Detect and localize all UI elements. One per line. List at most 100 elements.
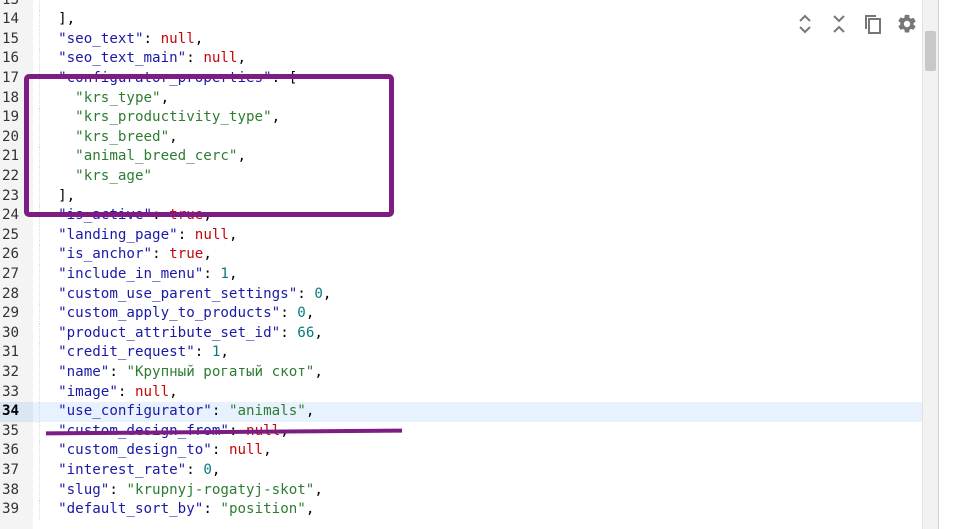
code-token-kw: null	[203, 50, 238, 67]
code-text: "krs_breed",	[41, 128, 178, 148]
code-token-pun: :	[211, 403, 229, 420]
code-line[interactable]: 17 "configurator_properties": [	[0, 68, 922, 89]
code-line[interactable]: 26 "is_anchor": true,	[0, 245, 922, 265]
code-token-key: "is_anchor"	[58, 246, 153, 263]
code-text: ],	[41, 187, 75, 207]
code-token-kw: null	[228, 442, 264, 459]
line-number: 16	[0, 49, 33, 69]
line-number: 19	[0, 108, 33, 128]
code-token-key: "configurator_properties"	[58, 69, 272, 86]
line-number: 20	[0, 127, 33, 148]
code-text: "is_anchor": true,	[41, 245, 212, 265]
code-line[interactable]: 22 "krs_age"	[0, 166, 922, 187]
code-text: "image": null,	[41, 383, 178, 403]
line-number: 28	[0, 284, 33, 305]
code-line[interactable]: 18 "krs_type",	[0, 88, 922, 109]
code-token-kw: true	[169, 246, 204, 263]
settings-button[interactable]	[896, 12, 918, 36]
code-line[interactable]: 32 "name": "Крупный рогатый скот",	[0, 362, 922, 383]
line-number: 29	[0, 304, 33, 324]
code-text: "seo_text": null,	[41, 30, 203, 50]
code-text: "krs_productivity_type",	[41, 108, 280, 128]
line-number: 38	[0, 480, 33, 501]
scrollbar-thumb[interactable]	[925, 31, 936, 71]
code-token-pun: ,	[169, 383, 178, 400]
line-number: 15	[0, 29, 33, 50]
code-token-pun: ,	[220, 344, 229, 361]
code-token-pun: ,	[305, 501, 315, 518]
code-token-kw: true	[169, 207, 204, 224]
code-token-pun: :	[152, 207, 170, 224]
code-line[interactable]: 15 "seo_text": null,	[0, 29, 922, 50]
code-token-pun: :	[143, 30, 161, 47]
code-line[interactable]: 13 ""	[0, 0, 922, 11]
code-token-pun: :	[186, 50, 204, 67]
line-number: 32	[0, 362, 33, 383]
code-token-key: "is_active"	[58, 207, 153, 224]
code-line[interactable]: 16 "seo_text_main": null,	[0, 49, 922, 69]
code-line[interactable]: 34 "use_configurator": "animals",	[0, 402, 922, 422]
code-token-key: "custom_design_from"	[58, 422, 229, 439]
code-token-pun: ,	[263, 442, 272, 459]
code-token-pun	[41, 266, 58, 282]
code-token-pun	[41, 109, 75, 125]
code-token-pun	[41, 325, 58, 341]
line-number: 31	[0, 343, 33, 363]
code-line[interactable]: 39 "default_sort_by": "position",	[0, 500, 922, 520]
code-line[interactable]: 19 "krs_productivity_type",	[0, 108, 922, 128]
code-token-pun	[41, 70, 58, 86]
code-line[interactable]: 28 "custom_use_parent_settings": 0,	[0, 284, 922, 305]
code-line[interactable]: 35 "custom_design_from": null,	[0, 421, 922, 442]
code-token-pun: :	[177, 226, 195, 243]
code-line[interactable]: 36 "custom_design_to": null,	[0, 441, 922, 461]
code-text: "slug": "krupnyj-rogatyj-skot",	[41, 481, 323, 501]
code-line[interactable]: 27 "include_in_menu": 1,	[0, 264, 922, 285]
code-line[interactable]: 23 ],	[0, 186, 922, 207]
copy-button[interactable]	[862, 12, 884, 36]
code-token-str: "krupnyj-rogatyj-skot"	[126, 481, 315, 498]
code-token-str: "animal_breed_cerc"	[75, 148, 238, 165]
collapse-all-button[interactable]	[828, 12, 850, 36]
code-token-pun: ,	[160, 89, 170, 106]
code-editor[interactable]: 13 ""14 ],15 "seo_text": null,16 "seo_te…	[0, 0, 922, 529]
code-token-pun	[41, 384, 58, 400]
code-token-pun: ,	[237, 50, 247, 67]
code-text: "krs_age"	[41, 167, 152, 187]
code-line[interactable]: 24 "is_active": true,	[0, 206, 922, 226]
vertical-scrollbar[interactable]	[922, 0, 938, 529]
code-token-str: "Крупный рогатый скот"	[126, 363, 315, 380]
code-text: "krs_type",	[41, 89, 169, 109]
code-line[interactable]: 30 "product_attribute_set_id": 66,	[0, 323, 922, 344]
code-token-pun	[41, 50, 58, 66]
code-text: "custom_design_to": null,	[41, 441, 272, 461]
code-token-pun: :	[203, 265, 221, 282]
code-line[interactable]: 20 "krs_breed",	[0, 127, 922, 148]
copy-icon	[865, 15, 881, 34]
code-line[interactable]: 14 ],	[0, 10, 922, 30]
code-token-str: ""	[41, 0, 92, 8]
line-number: 34	[0, 402, 33, 422]
line-number: 17	[0, 68, 33, 89]
code-line[interactable]: 33 "image": null,	[0, 382, 922, 403]
code-token-key: "include_in_menu"	[58, 265, 204, 282]
code-token-key: "use_configurator"	[58, 403, 212, 420]
code-token-pun	[41, 90, 75, 106]
code-line[interactable]: 37 "interest_rate": 0,	[0, 460, 922, 481]
code-text: "custom_use_parent_settings": 0,	[41, 285, 331, 305]
code-line[interactable]: 21 "animal_breed_cerc",	[0, 147, 922, 167]
code-token-key: "default_sort_by"	[58, 501, 204, 518]
code-line[interactable]: 31 "credit_request": 1,	[0, 343, 922, 363]
code-line[interactable]: 29 "custom_apply_to_products": 0,	[0, 304, 922, 324]
code-token-kw: null	[134, 383, 170, 400]
code-token-pun: ,	[305, 403, 315, 420]
line-number: 37	[0, 460, 33, 481]
code-token-pun	[41, 227, 58, 243]
code-line[interactable]: 38 "slug": "krupnyj-rogatyj-skot",	[0, 480, 922, 501]
code-line[interactable]: 25 "landing_page": null,	[0, 225, 922, 246]
code-token-key: "slug"	[58, 481, 110, 498]
code-token-pun: :	[211, 442, 229, 459]
code-token-pun: ,	[314, 324, 323, 341]
line-number: 24	[0, 206, 33, 226]
line-number: 35	[0, 421, 33, 442]
expand-all-button[interactable]	[794, 12, 816, 36]
